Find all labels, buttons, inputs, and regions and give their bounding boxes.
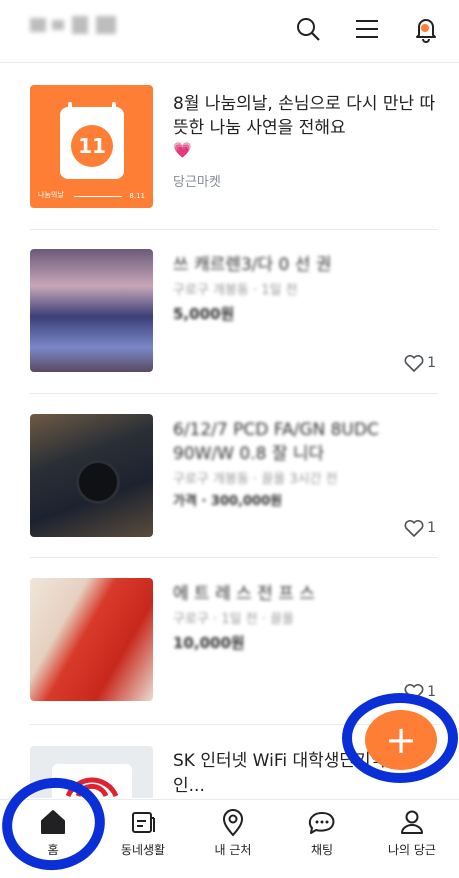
nav-neighborhood[interactable]: 동네생활 (97, 800, 189, 874)
promo-title: 8월 나눔의날, 손님으로 다시 만난 따뜻한 나눔 사연을 전해요 (173, 94, 436, 138)
divider (30, 229, 438, 230)
item-thumbnail (30, 578, 153, 701)
item-price: 5,000원 (173, 305, 235, 323)
promo-badge-left: 나눔의날 (38, 191, 64, 199)
heart-emoji: 💗 (173, 141, 192, 159)
heart-icon (404, 354, 424, 372)
item-thumbnail (30, 414, 153, 537)
promo-source: 당근마켓 (173, 175, 221, 190)
add-post-button[interactable]: + (365, 710, 437, 770)
promo-item[interactable]: 11 나눔의날 8.11 8월 나눔의날, 손님으로 다시 만난 따뜻한 나눔 … (30, 85, 438, 209)
chat-icon (307, 808, 337, 840)
list-item[interactable]: 쓰 캐르렌3/다 0 선 권 구로구 개봉동 · 1일 전 5,000원 1 (30, 249, 438, 373)
item-title: 쓰 캐르렌3/다 0 선 권 (173, 255, 332, 275)
calendar-icon: 11 (60, 102, 124, 179)
item-price: 가격 · 300,000원 (173, 494, 283, 509)
list-item[interactable]: 6/12/7 PCD FA/GN 8UDC 90W/W 0.8 잘 니다 구로구… (30, 414, 438, 538)
item-title: 에 트 레 스 전 프 스 (173, 584, 315, 604)
divider (30, 557, 438, 558)
item-meta: 구로구 개봉동 · 1일 전 (173, 283, 298, 298)
promo-thumbnail: 11 나눔의날 8.11 (30, 85, 153, 208)
heart-icon (404, 519, 424, 537)
promo-badge-right: 8.11 (129, 192, 145, 200)
app-header (0, 0, 459, 63)
board-icon (129, 808, 157, 840)
item-meta: 구로구 개봉동 · 끌올 3시간 전 (173, 472, 338, 487)
item-price: 10,000원 (173, 634, 245, 652)
item-meta: 구로구 · 1일 전 · 끌올 (173, 612, 294, 627)
location-title-blurred[interactable] (30, 14, 130, 36)
like-count: 1 (403, 353, 436, 373)
nav-my-carrot[interactable]: 나의 당근 (366, 800, 458, 874)
divider (30, 393, 438, 394)
nav-chat[interactable]: 채팅 (276, 800, 368, 874)
list-item[interactable]: 에 트 레 스 전 프 스 구로구 · 1일 전 · 끌올 10,000원 1 (30, 578, 438, 702)
menu-icon[interactable] (350, 12, 384, 46)
item-title: 6/12/7 PCD FA/GN 8UDC 90W/W 0.8 잘 니다 (173, 420, 379, 464)
profile-icon (398, 808, 426, 840)
promo-badge-day: 11 (71, 125, 113, 167)
bell-icon[interactable] (409, 12, 443, 46)
notification-dot (421, 24, 429, 32)
location-pin-icon (219, 808, 247, 842)
nav-nearby[interactable]: 내 근처 (187, 800, 279, 874)
search-icon[interactable] (291, 12, 325, 46)
like-count: 1 (403, 518, 436, 538)
item-thumbnail (30, 249, 153, 372)
